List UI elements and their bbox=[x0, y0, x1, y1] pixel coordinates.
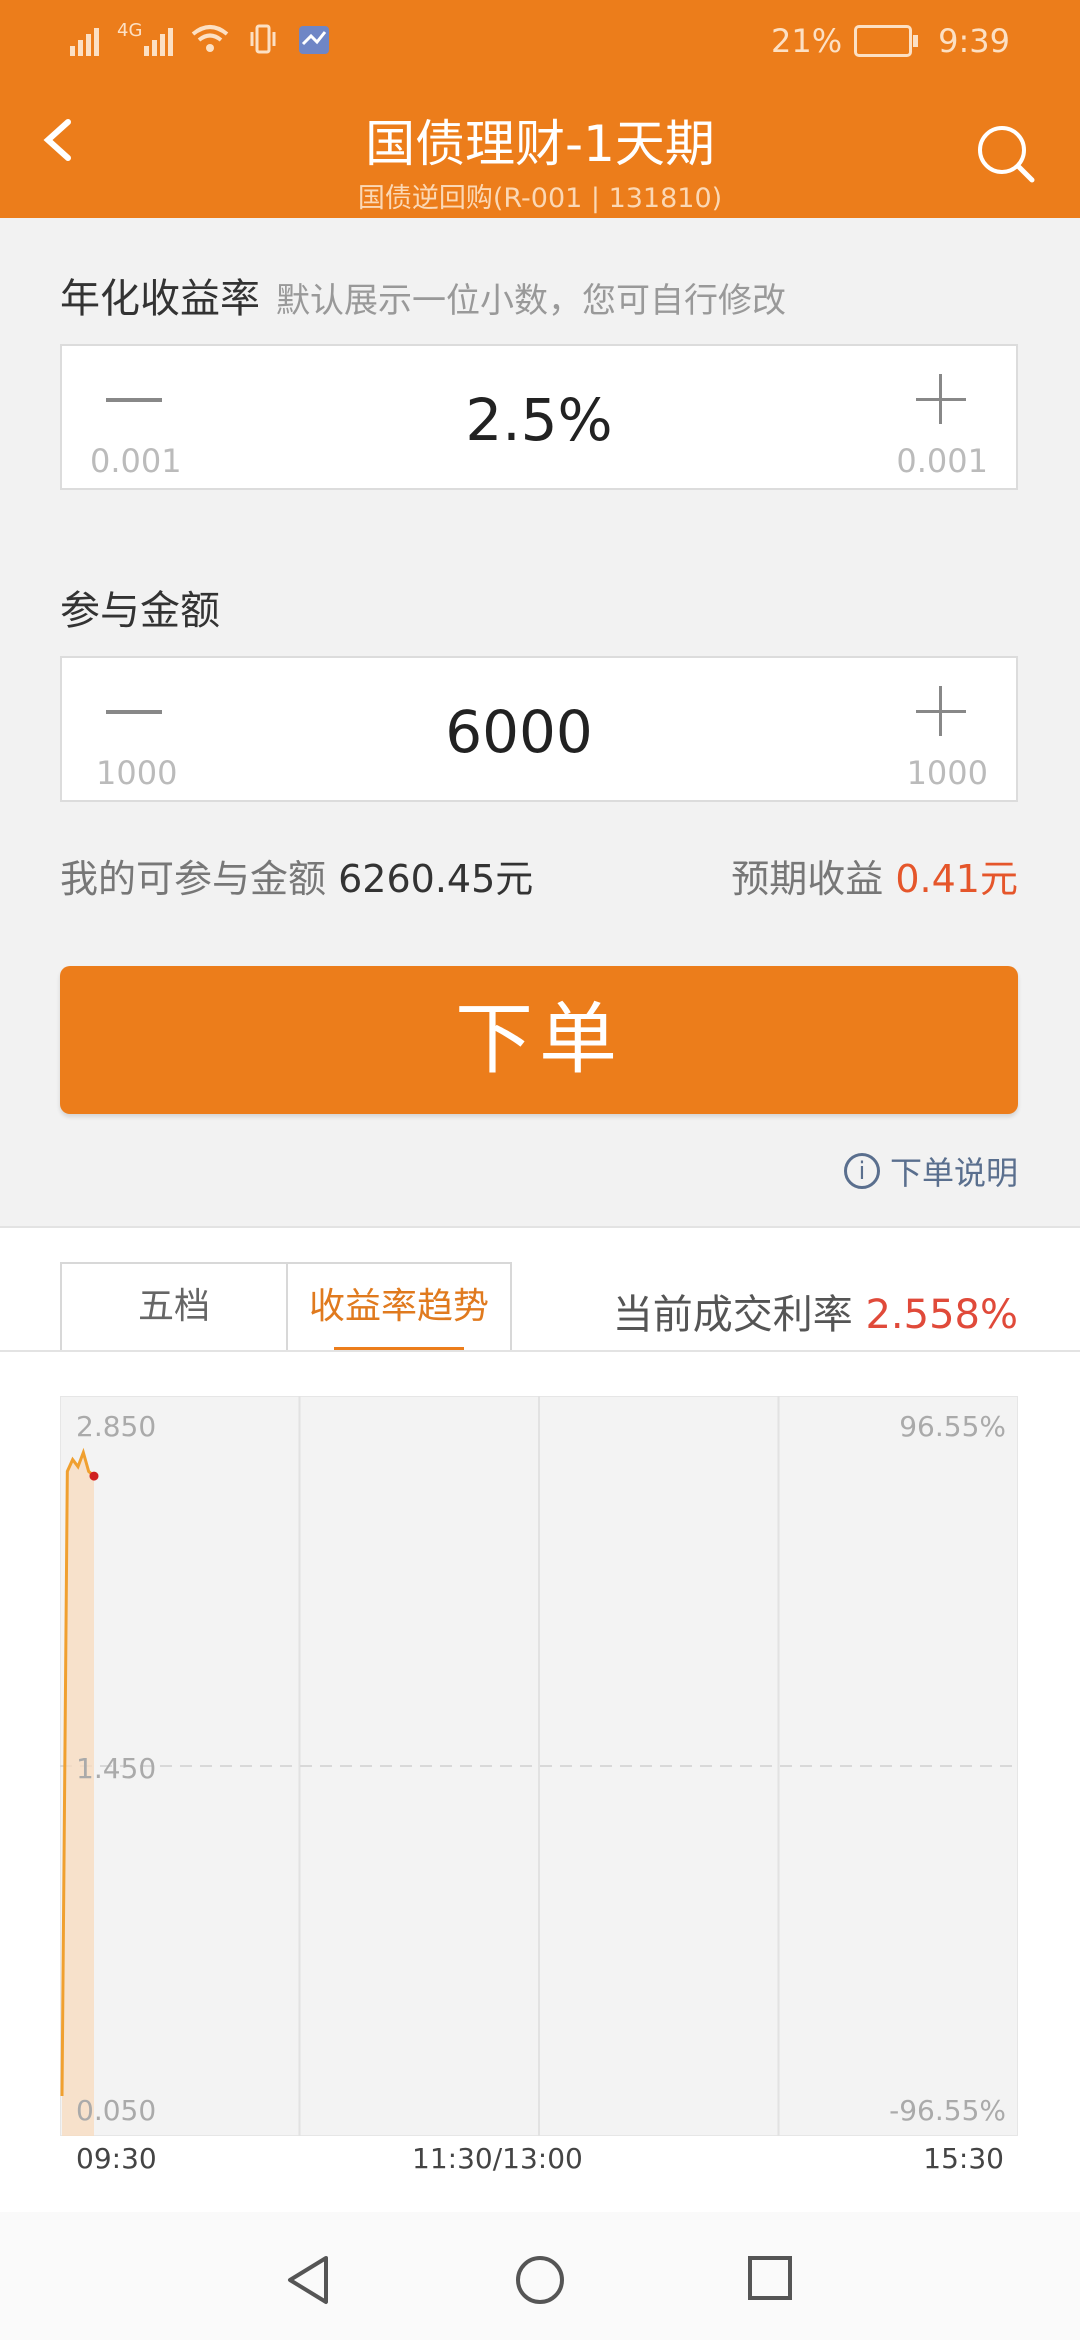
expected-value: 0.41元 bbox=[895, 857, 1018, 901]
back-triangle-icon[interactable] bbox=[284, 2254, 332, 2306]
order-explain-label: 下单说明 bbox=[889, 1154, 1018, 1192]
available-label: 我的可参与金额 bbox=[60, 857, 327, 901]
tab-yield-trend[interactable]: 收益率趋势 bbox=[286, 1262, 512, 1352]
rate-label: 年化收益率 bbox=[60, 276, 260, 322]
rate-hint: 默认展示一位小数，您可自行修改 bbox=[276, 281, 786, 321]
network-type: 4G bbox=[117, 20, 143, 41]
page-subtitle: 国债逆回购(R-001 | 131810) bbox=[357, 183, 723, 214]
app-header: 4G 21% 9:39 国债理财-1天期 国债逆回购(R-001 | 13181… bbox=[0, 0, 1080, 218]
y-left-tick: 0.050 bbox=[76, 2094, 157, 2127]
battery-percent: 21% bbox=[771, 22, 843, 60]
available-amount: 我的可参与金额 6260.45元 bbox=[60, 848, 533, 903]
vibrate-icon bbox=[250, 24, 276, 54]
amount-input[interactable]: 6000 bbox=[42, 698, 996, 766]
expected-label: 预期收益 bbox=[731, 857, 884, 901]
signal-icon bbox=[70, 22, 99, 56]
current-rate: 当前成交利率 2.558% bbox=[613, 1282, 1018, 1340]
chart-svg bbox=[60, 1396, 1018, 2136]
current-rate-value: 2.558% bbox=[865, 1292, 1018, 1338]
rate-plus-step: 0.001 bbox=[896, 442, 988, 480]
yield-trend-chart bbox=[60, 1396, 1018, 2136]
status-bar: 4G 21% 9:39 bbox=[0, 0, 1080, 90]
plus-icon-vertical bbox=[939, 686, 942, 736]
wifi-icon bbox=[192, 25, 229, 52]
y-right-tick: -96.55% bbox=[889, 2094, 1006, 2127]
y-left-tick: 2.850 bbox=[76, 1410, 157, 1443]
amount-plus-step: 1000 bbox=[906, 754, 988, 792]
x-tick: 11:30/13:00 bbox=[412, 2142, 583, 2175]
search-icon[interactable] bbox=[974, 122, 1036, 184]
order-explain-link[interactable]: i 下单说明 bbox=[843, 1148, 1018, 1194]
expected-income: 预期收益 0.41元 bbox=[731, 848, 1018, 903]
signal-4g-icon bbox=[144, 22, 174, 56]
available-value: 6260.45元 bbox=[338, 857, 534, 901]
last-point-marker bbox=[89, 1471, 99, 1481]
rate-label-row: 年化收益率 默认展示一位小数，您可自行修改 bbox=[60, 266, 786, 324]
x-tick: 09:30 bbox=[76, 2142, 157, 2175]
system-nav-bar bbox=[0, 2212, 1080, 2340]
y-right-tick: 96.55% bbox=[899, 1410, 1006, 1443]
plus-icon-vertical bbox=[939, 374, 942, 424]
info-icon: i bbox=[843, 1153, 880, 1189]
page-title: 国债理财-1天期 bbox=[365, 115, 715, 173]
amount-label: 参与金额 bbox=[60, 588, 220, 634]
recents-square-icon[interactable] bbox=[746, 2254, 794, 2302]
rate-plus-button[interactable]: 0.001 bbox=[856, 346, 1016, 488]
tab-label: 五档 bbox=[137, 1286, 210, 1327]
order-button[interactable]: 下单 bbox=[60, 966, 1018, 1114]
tab-label: 收益率趋势 bbox=[308, 1286, 489, 1327]
tab-five-levels[interactable]: 五档 bbox=[60, 1262, 288, 1352]
amount-stepper: 1000 6000 1000 bbox=[60, 656, 1018, 802]
battery-icon bbox=[854, 25, 919, 57]
amount-plus-button[interactable]: 1000 bbox=[856, 658, 1016, 800]
y-left-tick: 1.450 bbox=[76, 1752, 157, 1785]
divider bbox=[0, 1350, 1080, 1352]
rate-stepper: 0.001 2.5% 0.001 bbox=[60, 344, 1018, 490]
home-circle-icon[interactable] bbox=[514, 2254, 566, 2306]
current-rate-label: 当前成交利率 bbox=[612, 1292, 853, 1338]
x-tick: 15:30 bbox=[923, 2142, 1004, 2175]
app-notification-icon bbox=[299, 26, 330, 54]
clock: 9:39 bbox=[938, 22, 1010, 60]
